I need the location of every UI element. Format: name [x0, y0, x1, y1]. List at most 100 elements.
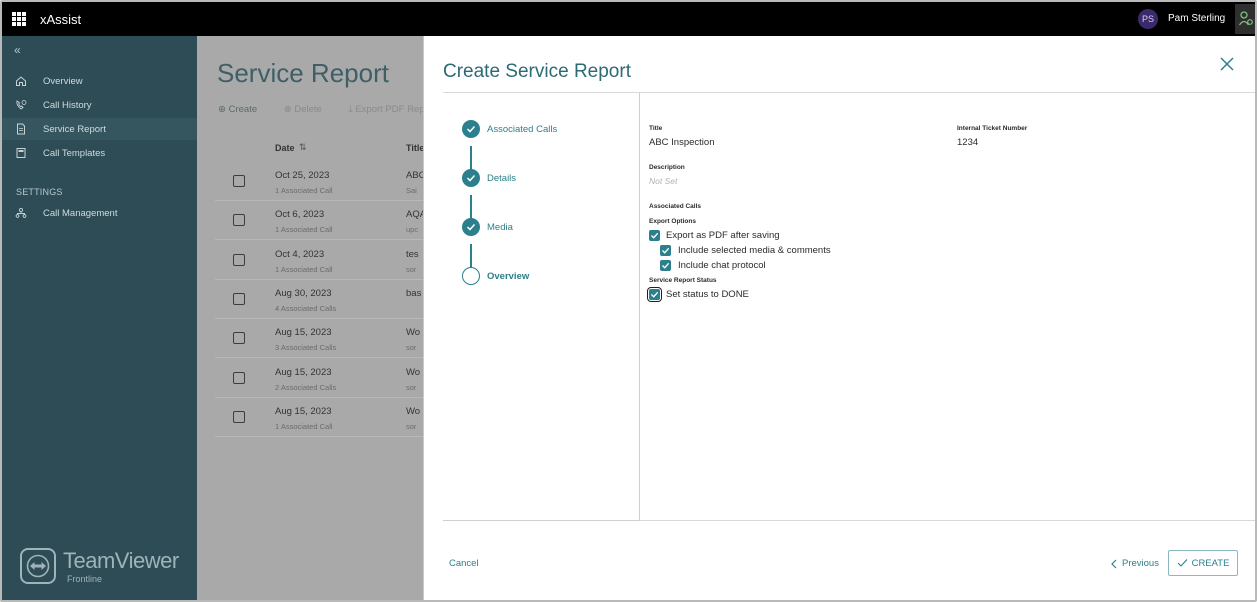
cancel-button[interactable]: Cancel	[449, 558, 479, 569]
row-checkbox[interactable]	[233, 253, 245, 266]
step-associated-calls[interactable]: Associated Calls	[462, 120, 652, 138]
row-subtitle: sor	[406, 421, 417, 431]
sidebar-item-call-history[interactable]: Call History	[2, 94, 197, 116]
ticket-value: 1234	[957, 137, 979, 148]
sidebar-item-call-templates[interactable]: Call Templates	[2, 142, 197, 164]
step-label: Associated Calls	[487, 124, 558, 135]
table-row[interactable]: Oct 25, 2023 1 Associated Call ABC Sai	[215, 162, 423, 201]
check-icon	[1177, 559, 1187, 567]
row-date: Oct 6, 2023	[275, 209, 325, 221]
export-pdf-checkbox[interactable]	[649, 230, 660, 241]
table-row[interactable]: Aug 30, 2023 4 Associated Calls bas	[215, 280, 423, 319]
row-subtitle: upc	[406, 225, 419, 235]
set-done-label[interactable]: Set status to DONE	[666, 289, 749, 300]
row-subtitle: sor	[406, 343, 417, 353]
export-options-label: Export Options	[649, 218, 696, 225]
export-pdf-button[interactable]: ⤓ Export PDF Reports	[348, 104, 423, 115]
row-associated-calls: 1 Associated Call	[275, 264, 333, 274]
row-checkbox[interactable]	[233, 175, 245, 187]
chevron-left-icon	[1111, 559, 1117, 568]
row-date: Oct 4, 2023	[275, 248, 325, 260]
divider	[640, 520, 1255, 521]
row-title: tes	[406, 248, 419, 260]
row-checkbox[interactable]	[233, 410, 245, 423]
create-button[interactable]: ⊕ Create	[218, 104, 269, 115]
page-title: Service Report	[217, 58, 389, 88]
row-date: Aug 15, 2023	[275, 366, 332, 378]
description-label: Description	[649, 164, 685, 171]
set-done-checkbox[interactable]	[647, 287, 662, 302]
main-content-overlay: Service Report ⊕ Create ⊗ Delete ⤓ Expor…	[197, 36, 423, 600]
row-subtitle: sor	[406, 382, 417, 392]
include-media-label[interactable]: Include selected media & comments	[678, 245, 831, 256]
stepper: Associated Calls Details Media Overview	[443, 93, 640, 521]
apps-grid-icon[interactable]	[12, 12, 26, 26]
row-subtitle: Sai	[406, 186, 417, 195]
previous-button[interactable]: Previous	[1110, 558, 1159, 569]
user-name[interactable]: Pam Sterling	[1168, 13, 1225, 24]
step-details[interactable]: Details	[462, 169, 652, 187]
close-icon[interactable]	[1219, 56, 1235, 72]
title-label: Title	[649, 125, 663, 132]
column-header-title[interactable]: Title	[406, 143, 423, 153]
sidebar-item-overview[interactable]: Overview	[2, 70, 197, 92]
sidebar: « Overview Call History Service Report C…	[2, 36, 197, 600]
row-title: Wo	[406, 327, 421, 339]
create-button[interactable]: CREATE	[1168, 550, 1238, 576]
row-checkbox[interactable]	[233, 332, 245, 345]
previous-label: Previous	[1122, 558, 1159, 569]
step-label: Details	[487, 173, 517, 184]
table-row[interactable]: Aug 15, 2023 1 Associated Call Wo sor	[215, 398, 423, 437]
settings-heading: SETTINGS	[16, 187, 63, 197]
avatar[interactable]: PS	[1138, 9, 1158, 29]
user-status-icon[interactable]	[1235, 4, 1255, 34]
sort-icon[interactable]: ⇅	[299, 142, 307, 153]
row-associated-calls: 1 Associated Call	[275, 186, 333, 195]
include-media-checkbox[interactable]	[660, 245, 671, 256]
sidebar-item-label: Overview	[43, 76, 83, 87]
teamviewer-logo-icon	[20, 548, 56, 584]
dialog-title: Create Service Report	[443, 61, 631, 82]
sidebar-item-call-management[interactable]: Call Management	[2, 202, 197, 224]
table-row[interactable]: Aug 15, 2023 3 Associated Calls Wo sor	[215, 319, 423, 359]
table-row[interactable]: Oct 6, 2023 1 Associated Call AQA upc	[215, 201, 423, 241]
sidebar-item-label: Call Management	[43, 208, 118, 219]
sidebar-item-label: Call Templates	[43, 148, 106, 159]
row-title: bas	[406, 287, 422, 299]
create-label: CREATE	[1191, 557, 1230, 569]
row-title: AQA	[406, 209, 423, 221]
export-label: Export PDF Reports	[355, 104, 423, 115]
ticket-label: Internal Ticket Number	[957, 125, 1028, 132]
check-icon	[462, 169, 480, 187]
document-icon	[17, 123, 25, 135]
collapse-sidebar-icon[interactable]: «	[14, 43, 21, 57]
export-pdf-label[interactable]: Export as PDF after saving	[666, 230, 780, 241]
row-checkbox[interactable]	[233, 292, 245, 305]
step-label: Overview	[487, 271, 530, 282]
column-header-date[interactable]: Date	[275, 143, 295, 153]
associated-calls-label: Associated Calls	[649, 203, 702, 210]
title-value: ABC Inspection	[649, 137, 715, 148]
app-window: xAssist PS Pam Sterling « Overview Call …	[0, 0, 1257, 602]
include-chat-label[interactable]: Include chat protocol	[678, 260, 766, 271]
row-checkbox[interactable]	[233, 214, 245, 227]
row-date: Aug 30, 2023	[275, 287, 332, 299]
step-circle-icon	[462, 267, 480, 285]
row-checkbox[interactable]	[233, 371, 245, 384]
delete-label: Delete	[294, 104, 322, 115]
home-icon	[16, 76, 26, 86]
include-chat-checkbox[interactable]	[660, 260, 671, 271]
table-row[interactable]: Aug 15, 2023 2 Associated Calls Wo sor	[215, 359, 423, 398]
delete-button[interactable]: ⊗ Delete	[284, 104, 334, 115]
templates-icon	[16, 148, 26, 158]
row-date: Aug 15, 2023	[275, 327, 332, 339]
check-icon	[462, 218, 480, 236]
row-associated-calls: 1 Associated Call	[275, 421, 333, 431]
step-media[interactable]: Media	[462, 218, 652, 236]
sidebar-item-service-report[interactable]: Service Report	[2, 118, 197, 140]
row-title: ABC	[406, 170, 423, 181]
row-title: Wo	[406, 366, 421, 378]
row-subtitle: sor	[406, 264, 417, 274]
table-row[interactable]: Oct 4, 2023 1 Associated Call tes sor	[215, 241, 423, 280]
step-overview[interactable]: Overview	[462, 267, 652, 285]
